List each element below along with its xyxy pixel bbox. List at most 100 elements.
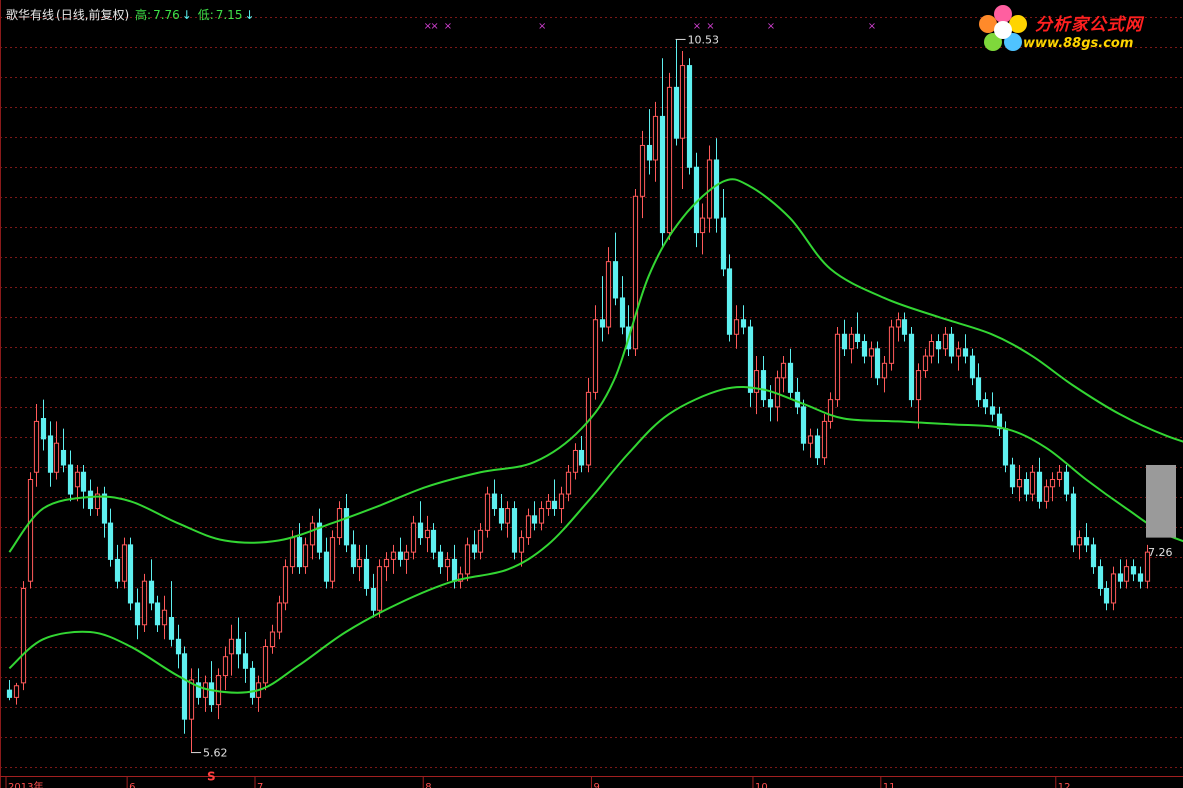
candle[interactable]	[343, 494, 350, 553]
candle[interactable]	[652, 101, 659, 182]
candle[interactable]	[800, 399, 807, 451]
candle[interactable]	[525, 508, 532, 545]
candle[interactable]	[316, 508, 323, 560]
candle[interactable]	[774, 370, 781, 422]
candle[interactable]	[686, 58, 693, 175]
candle[interactable]	[228, 624, 235, 676]
candle[interactable]	[989, 392, 996, 422]
candle[interactable]	[1063, 464, 1070, 502]
candle[interactable]	[504, 501, 511, 538]
candle[interactable]	[202, 675, 209, 712]
candle[interactable]	[679, 51, 686, 190]
candle[interactable]	[740, 305, 747, 335]
candle[interactable]	[161, 595, 168, 640]
candle[interactable]	[558, 486, 565, 524]
candle[interactable]	[282, 559, 289, 611]
candle[interactable]	[20, 581, 27, 691]
candle[interactable]	[578, 435, 585, 473]
candle[interactable]	[235, 617, 242, 669]
candle[interactable]	[794, 377, 801, 415]
candle[interactable]	[430, 523, 437, 560]
candle[interactable]	[350, 530, 357, 574]
candle[interactable]	[753, 356, 760, 415]
candle[interactable]	[632, 189, 639, 357]
candle[interactable]	[269, 624, 276, 654]
candle[interactable]	[457, 566, 464, 589]
candle[interactable]	[417, 501, 424, 545]
candle[interactable]	[181, 646, 188, 734]
candle[interactable]	[720, 189, 727, 277]
candle[interactable]	[1009, 457, 1016, 495]
candle[interactable]	[592, 305, 599, 400]
candle[interactable]	[121, 537, 128, 589]
candle[interactable]	[1117, 559, 1124, 589]
candle[interactable]	[1036, 457, 1043, 509]
candle[interactable]	[1097, 559, 1104, 596]
candle[interactable]	[276, 595, 283, 640]
candle[interactable]	[922, 348, 929, 378]
candlestick-chart[interactable]: 2013年67891011121 ×××××××× 10.535.62S7.26	[0, 0, 1183, 788]
candle[interactable]	[511, 501, 518, 560]
candle[interactable]	[74, 464, 81, 502]
candle[interactable]	[673, 39, 680, 146]
candle[interactable]	[94, 486, 101, 516]
candle[interactable]	[585, 377, 592, 473]
candle[interactable]	[356, 544, 363, 582]
candle[interactable]	[874, 341, 881, 386]
candle[interactable]	[948, 327, 955, 364]
candle[interactable]	[424, 515, 431, 553]
candle[interactable]	[1130, 559, 1137, 582]
candle[interactable]	[1123, 559, 1130, 589]
candle[interactable]	[383, 552, 390, 582]
candle[interactable]	[249, 661, 256, 705]
candle[interactable]	[888, 319, 895, 371]
candles[interactable]	[6, 39, 1151, 753]
candle[interactable]	[141, 573, 148, 633]
candle[interactable]	[154, 595, 161, 633]
candle[interactable]	[814, 428, 821, 465]
candle[interactable]	[1056, 464, 1063, 487]
candle[interactable]	[1076, 530, 1083, 560]
candle[interactable]	[114, 544, 121, 589]
candle[interactable]	[13, 682, 20, 705]
candle[interactable]	[969, 348, 976, 386]
candle[interactable]	[955, 341, 962, 371]
candle[interactable]	[982, 392, 989, 415]
candle[interactable]	[484, 486, 491, 538]
candle[interactable]	[848, 327, 855, 364]
candle[interactable]	[861, 334, 868, 364]
candle[interactable]	[908, 327, 915, 407]
candle[interactable]	[175, 624, 182, 669]
candle[interactable]	[868, 341, 875, 378]
candle[interactable]	[302, 537, 309, 574]
candle[interactable]	[242, 632, 249, 683]
candle[interactable]	[747, 319, 754, 407]
candle[interactable]	[834, 327, 841, 407]
candle[interactable]	[309, 515, 316, 560]
candle[interactable]	[975, 363, 982, 407]
candle[interactable]	[1090, 537, 1097, 574]
candle[interactable]	[1023, 472, 1030, 502]
candle[interactable]	[336, 501, 343, 545]
candle[interactable]	[67, 450, 74, 502]
candle[interactable]	[403, 544, 410, 574]
candle[interactable]	[935, 334, 942, 364]
candle[interactable]	[296, 523, 303, 574]
candle[interactable]	[841, 319, 848, 357]
candle[interactable]	[612, 232, 619, 306]
candle[interactable]	[942, 327, 949, 357]
candle[interactable]	[646, 109, 653, 175]
candle[interactable]	[599, 276, 606, 342]
candle[interactable]	[107, 508, 114, 567]
candle[interactable]	[498, 494, 505, 531]
candle[interactable]	[127, 537, 134, 611]
candle[interactable]	[619, 276, 626, 335]
candle[interactable]	[47, 421, 54, 487]
candle[interactable]	[565, 464, 572, 502]
candle[interactable]	[27, 472, 34, 589]
candle[interactable]	[915, 363, 922, 429]
candle[interactable]	[901, 312, 908, 342]
candle[interactable]	[148, 559, 155, 611]
candle[interactable]	[726, 254, 733, 342]
candle[interactable]	[444, 552, 451, 582]
